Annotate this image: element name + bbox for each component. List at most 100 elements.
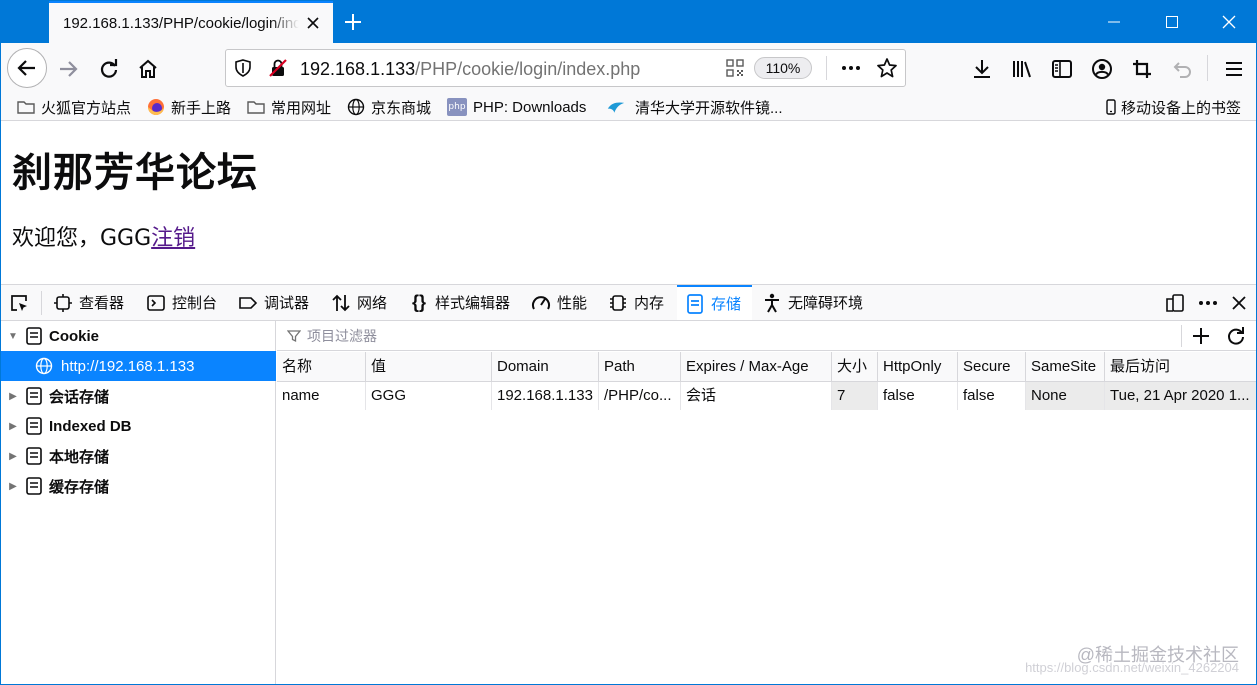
url-path: /PHP/cookie/login/index.php	[415, 59, 641, 79]
cell-size: 7	[832, 382, 878, 410]
bookmark-label: 新手上路	[171, 99, 232, 117]
cell-samesite: None	[1026, 382, 1105, 410]
url-bar[interactable]: 192.168.1.133/PHP/cookie/login/index.php…	[225, 49, 906, 87]
dock-options-button[interactable]	[1165, 285, 1187, 320]
hamburger-menu-icon	[1226, 62, 1242, 76]
column-header-httponly[interactable]: HttpOnly	[878, 352, 958, 382]
tab-style-editor[interactable]: {} 样式编辑器	[409, 285, 510, 320]
items-filter-input[interactable]	[285, 326, 1165, 346]
table-row[interactable]: name GGG 192.168.1.133 /PHP/co... 会话 7 f…	[277, 382, 1256, 410]
new-tab-icon[interactable]	[343, 12, 363, 32]
tab-debugger[interactable]: 调试器	[238, 285, 309, 320]
bookmark-getting-started[interactable]: 新手上路	[147, 96, 231, 118]
tab-performance[interactable]: 性能	[531, 285, 587, 320]
column-header-size[interactable]: 大小	[832, 352, 878, 382]
element-picker-button[interactable]	[9, 285, 35, 320]
back-button[interactable]	[7, 48, 47, 88]
tab-console[interactable]: 控制台	[146, 285, 217, 320]
bookmark-folder-firefox-official[interactable]: 火狐官方站点	[17, 96, 131, 118]
bookmark-label: 京东商城	[371, 99, 432, 117]
home-button[interactable]	[135, 56, 161, 82]
tree-label: 本地存储	[49, 448, 110, 466]
storage-icon	[25, 417, 43, 435]
tracking-protection-shield-icon[interactable]	[234, 59, 252, 77]
forward-button[interactable]	[55, 56, 81, 82]
devtools-more-button[interactable]	[1197, 285, 1219, 320]
bookmark-jd-mall[interactable]: 京东商城	[347, 96, 431, 118]
welcome-text: 欢迎您，GGG	[12, 226, 152, 251]
expanded-triangle-icon[interactable]: ▼	[7, 331, 19, 342]
undo-close-button[interactable]	[1169, 56, 1195, 82]
screenshot-button[interactable]	[1129, 56, 1155, 82]
bookmark-label: 清华大学开源软件镜...	[635, 99, 783, 117]
bookmark-tuna-mirror[interactable]: 清华大学开源软件镜...	[607, 96, 783, 118]
tree-item-session-storage[interactable]: ▶ 会话存储	[1, 381, 276, 411]
column-header-expires[interactable]: Expires / Max-Age	[681, 352, 832, 382]
maximize-icon	[1166, 16, 1178, 28]
refresh-icon[interactable]	[1226, 326, 1246, 346]
bookmark-star-icon[interactable]	[876, 57, 898, 79]
storage-tree: ▼ Cookie http://192.168.1.133 ▶ 会话存储 ▶ I…	[1, 321, 276, 684]
zoom-indicator[interactable]: 110%	[754, 57, 812, 79]
qr-code-icon[interactable]	[726, 59, 744, 77]
more-options-icon	[1199, 300, 1217, 305]
collapsed-triangle-icon[interactable]: ▶	[7, 391, 19, 402]
firefox-icon	[147, 98, 165, 116]
column-header-last-accessed[interactable]: 最后访问	[1105, 352, 1256, 382]
add-item-icon[interactable]	[1191, 326, 1211, 346]
column-header-value[interactable]: 值	[366, 352, 492, 382]
menu-button[interactable]	[1221, 56, 1247, 82]
sidebar-button[interactable]	[1049, 56, 1075, 82]
tab-network[interactable]: 网络	[331, 285, 387, 320]
cell-expires: 会话	[681, 382, 832, 410]
url-text[interactable]: 192.168.1.133/PHP/cookie/login/index.php	[300, 59, 640, 80]
collapsed-triangle-icon[interactable]: ▶	[7, 451, 19, 462]
reload-icon	[100, 59, 118, 78]
devtools-toolbar: 查看器 控制台 调试器 网络 {} 样式编辑器 性能 内存 存储 无障碍环境	[1, 284, 1256, 321]
globe-icon	[35, 357, 53, 375]
column-header-domain[interactable]: Domain	[492, 352, 599, 382]
devtools-close-button[interactable]	[1231, 285, 1253, 320]
folder-icon	[17, 98, 35, 116]
tab-label: 性能	[557, 295, 588, 312]
tab-memory[interactable]: 内存	[608, 285, 664, 320]
maximize-button[interactable]	[1143, 1, 1201, 43]
collapsed-triangle-icon[interactable]: ▶	[7, 481, 19, 492]
tab-close-icon[interactable]	[305, 15, 321, 31]
tree-item-local-storage[interactable]: ▶ 本地存储	[1, 441, 276, 471]
tab-inspector[interactable]: 查看器	[53, 285, 124, 320]
insecure-lock-icon[interactable]	[268, 58, 288, 78]
page-content: 刹那芳华论坛 欢迎您，GGG注销	[1, 122, 1256, 284]
page-actions-icon[interactable]	[840, 59, 862, 77]
bookmark-php-downloads[interactable]: php PHP: Downloads	[447, 96, 586, 118]
debugger-icon	[238, 293, 258, 313]
mobile-bookmarks[interactable]: 移动设备上的书签	[1105, 96, 1241, 118]
browser-tab[interactable]: 192.168.1.133/PHP/cookie/login/index.php	[49, 1, 333, 43]
logout-link[interactable]: 注销	[151, 226, 195, 251]
close-icon	[1222, 15, 1236, 29]
column-header-secure[interactable]: Secure	[958, 352, 1026, 382]
tree-item-host[interactable]: http://192.168.1.133	[1, 351, 276, 381]
toolbar-divider	[41, 291, 42, 315]
tree-label: Indexed DB	[49, 417, 132, 435]
library-icon	[1013, 61, 1031, 78]
tab-storage[interactable]: 存储	[677, 285, 752, 320]
downloads-button[interactable]	[969, 56, 995, 82]
tree-item-cache-storage[interactable]: ▶ 缓存存储	[1, 471, 276, 501]
column-header-name[interactable]: 名称	[277, 352, 366, 382]
storage-icon	[25, 477, 43, 495]
tab-accessibility[interactable]: 无障碍环境	[762, 285, 863, 320]
column-header-samesite[interactable]: SameSite	[1026, 352, 1105, 382]
minimize-button[interactable]	[1085, 1, 1143, 43]
bookmark-folder-common-sites[interactable]: 常用网址	[247, 96, 331, 118]
close-window-button[interactable]	[1200, 1, 1256, 43]
account-button[interactable]	[1089, 56, 1115, 82]
column-header-path[interactable]: Path	[599, 352, 681, 382]
tree-label: 会话存储	[49, 388, 110, 406]
library-button[interactable]	[1009, 56, 1035, 82]
inspector-icon	[53, 293, 73, 313]
collapsed-triangle-icon[interactable]: ▶	[7, 421, 19, 432]
reload-button[interactable]	[96, 56, 122, 82]
tree-item-cookie[interactable]: ▼ Cookie	[1, 321, 276, 351]
tree-item-indexed-db[interactable]: ▶ Indexed DB	[1, 411, 276, 441]
